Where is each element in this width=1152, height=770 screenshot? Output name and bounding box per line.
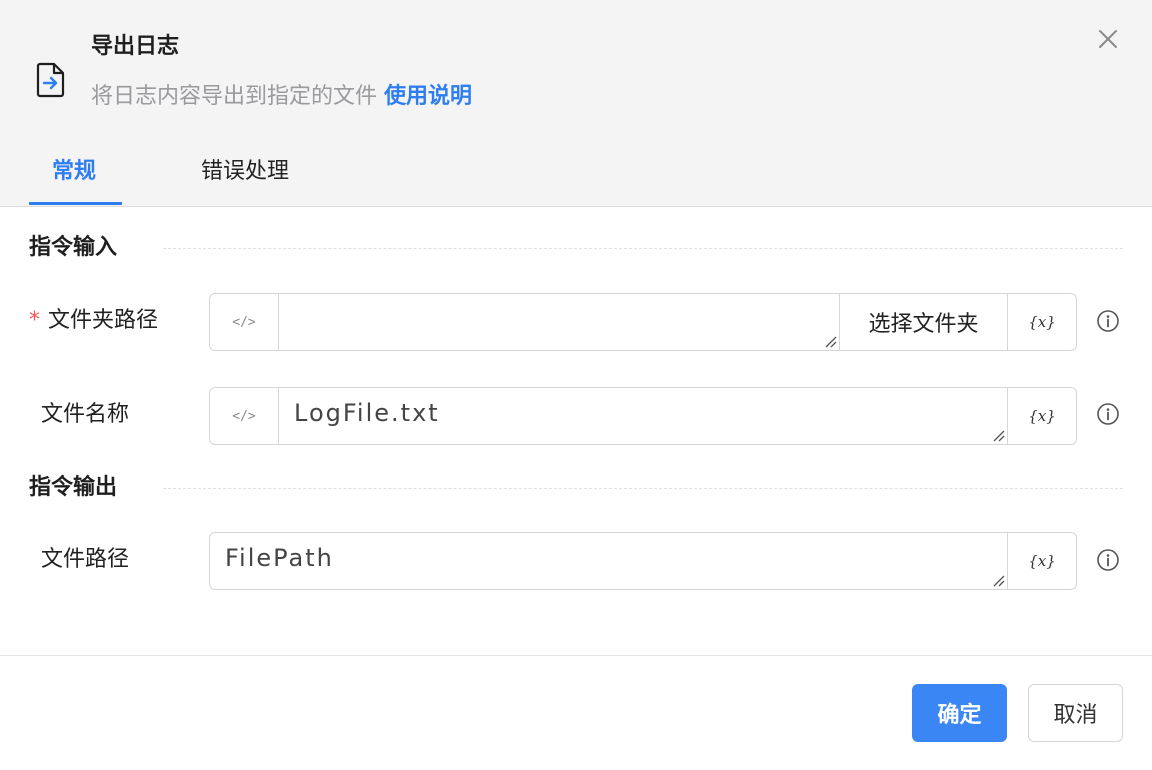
select-folder-button[interactable]: 选择文件夹: [839, 294, 1007, 350]
field-label-folder-path: * 文件夹路径: [29, 308, 159, 333]
folder-path-input[interactable]: [279, 294, 839, 350]
field-label-file-name: 文件名称: [41, 402, 130, 427]
tab-bar: 常规 错误处理: [0, 150, 1152, 207]
file-path-value: FilePath: [225, 544, 334, 572]
resize-grip-icon[interactable]: [991, 573, 1005, 587]
section-title-input: 指令输入: [29, 235, 118, 260]
info-icon[interactable]: [1096, 548, 1120, 572]
field-label-file-path: 文件路径: [41, 547, 130, 572]
file-path-field: FilePath {x}: [209, 532, 1077, 590]
file-name-value: LogFile.txt: [294, 399, 440, 427]
resize-grip-icon[interactable]: [823, 334, 837, 348]
dialog-title: 导出日志: [91, 34, 180, 59]
subtitle-text: 将日志内容导出到指定的文件: [91, 84, 378, 109]
section-divider: [163, 488, 1123, 489]
close-icon[interactable]: [1094, 25, 1122, 53]
dialog-subtitle: 将日志内容导出到指定的文件 使用说明: [91, 82, 472, 112]
tab-error-handling[interactable]: 错误处理: [201, 156, 289, 188]
variable-button[interactable]: {x}: [1007, 388, 1076, 444]
resize-grip-icon[interactable]: [991, 428, 1005, 442]
variable-button[interactable]: {x}: [1007, 533, 1076, 589]
file-name-input[interactable]: LogFile.txt: [279, 388, 1007, 444]
tab-general[interactable]: 常规: [52, 156, 96, 188]
info-icon[interactable]: [1096, 402, 1120, 426]
cancel-button[interactable]: 取消: [1028, 684, 1123, 742]
file-path-input[interactable]: FilePath: [210, 533, 1007, 589]
variable-button[interactable]: {x}: [1007, 294, 1076, 350]
export-file-icon: [36, 62, 65, 98]
export-log-dialog: 导出日志 将日志内容导出到指定的文件 使用说明 常规 错误处理 指令输入 * 文件…: [0, 0, 1152, 770]
file-name-field: </> LogFile.txt {x}: [209, 387, 1077, 445]
help-link[interactable]: 使用说明: [384, 84, 472, 109]
active-tab-indicator: [29, 202, 122, 205]
section-title-output: 指令输出: [29, 475, 118, 500]
code-toggle-button[interactable]: </>: [210, 388, 279, 444]
required-mark: *: [29, 308, 40, 333]
confirm-button[interactable]: 确定: [912, 684, 1007, 742]
info-icon[interactable]: [1096, 309, 1120, 333]
section-divider: [163, 248, 1123, 249]
code-toggle-button[interactable]: </>: [210, 294, 279, 350]
folder-path-field: </> 选择文件夹 {x}: [209, 293, 1077, 351]
dialog-header: 导出日志 将日志内容导出到指定的文件 使用说明 常规 错误处理: [0, 0, 1152, 207]
